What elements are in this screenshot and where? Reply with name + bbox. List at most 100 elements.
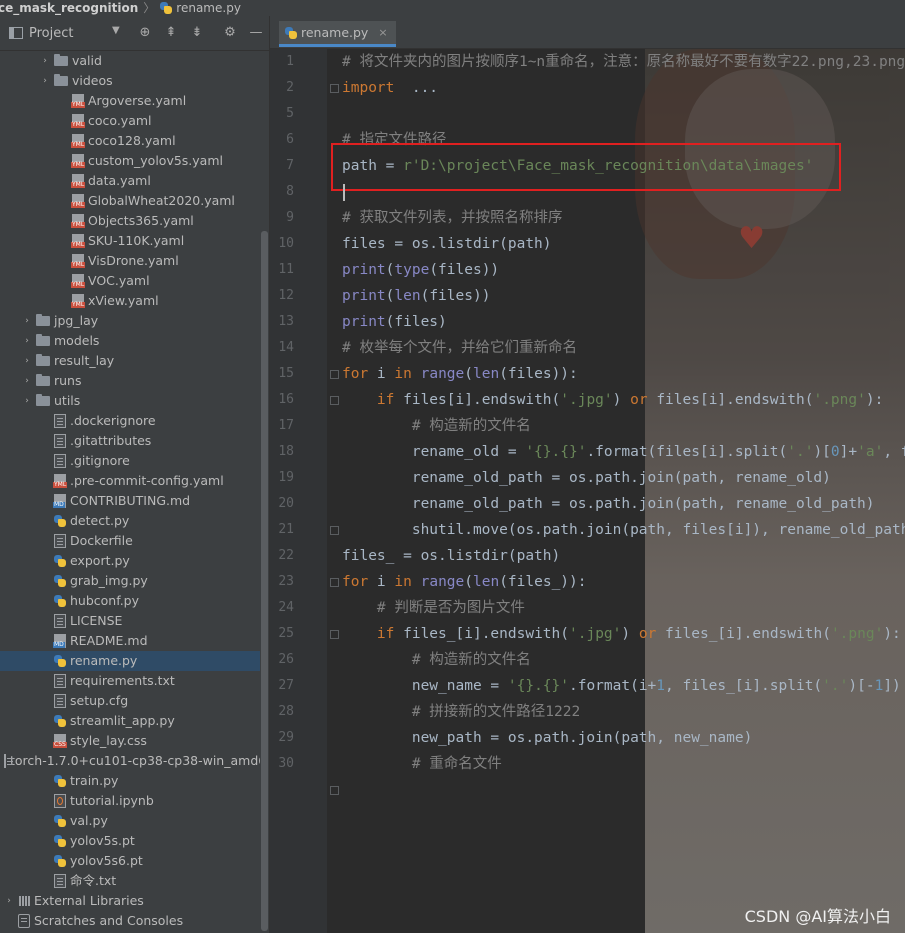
tree-item[interactable]: coco.yaml [0, 111, 269, 131]
target-icon[interactable]: ⊕ [138, 26, 152, 40]
close-icon[interactable]: × [378, 26, 387, 39]
fold-marker-icon[interactable] [330, 370, 339, 379]
tree-item[interactable]: train.py [0, 771, 269, 791]
tree-item[interactable]: style_lay.css [0, 731, 269, 751]
tree-scroll-thumb[interactable] [261, 231, 268, 931]
code-line[interactable]: 21 shutil.move(os.path.join(path, files[… [270, 517, 905, 543]
project-panel-title[interactable]: Project [29, 26, 73, 41]
chevron-right-icon[interactable]: › [22, 371, 32, 391]
code-line[interactable]: 22 files_ = os.listdir(path) [270, 543, 905, 569]
tree-item[interactable]: › runs [0, 371, 269, 391]
code-line[interactable]: 13 print(files) [270, 309, 905, 335]
project-view-dropdown-icon[interactable]: ▼ [112, 25, 120, 36]
fold-marker-icon[interactable] [330, 630, 339, 639]
chevron-right-icon[interactable]: › [22, 391, 32, 411]
tree-item[interactable]: streamlit_app.py [0, 711, 269, 731]
code-line[interactable]: 26 # 构造新的文件名 [270, 647, 905, 673]
tree-item[interactable]: CONTRIBUTING.md [0, 491, 269, 511]
tree-item[interactable]: requirements.txt [0, 671, 269, 691]
chevron-right-icon[interactable]: › [40, 71, 50, 91]
tree-item[interactable]: › result_lay [0, 351, 269, 371]
tree-item[interactable]: coco128.yaml [0, 131, 269, 151]
tree-item[interactable]: Dockerfile [0, 531, 269, 551]
tree-item[interactable]: GlobalWheat2020.yaml [0, 191, 269, 211]
code-line[interactable]: 11 print(type(files)) [270, 257, 905, 283]
code-line[interactable]: 5 [270, 101, 905, 127]
code-line[interactable]: 25 if files_[i].endswith('.jpg') or file… [270, 621, 905, 647]
chevron-right-icon[interactable]: › [22, 331, 32, 351]
code-line[interactable]: 16 if files[i].endswith('.jpg') or files… [270, 387, 905, 413]
code-line[interactable]: 18 rename_old = '{}.{}'.format(files[i].… [270, 439, 905, 465]
tree-item[interactable]: Argoverse.yaml [0, 91, 269, 111]
tree-item[interactable]: Objects365.yaml [0, 211, 269, 231]
tree-item[interactable]: LICENSE [0, 611, 269, 631]
tree-item[interactable]: .gitattributes [0, 431, 269, 451]
code-line[interactable]: 14 # 枚举每个文件，并给它们重新命名 [270, 335, 905, 361]
tree-item[interactable]: yolov5s6.pt [0, 851, 269, 871]
tab-rename-py[interactable]: rename.py × [279, 21, 396, 47]
tree-item[interactable]: data.yaml [0, 171, 269, 191]
gear-icon[interactable]: ⚙ [223, 26, 237, 40]
tree-item[interactable]: torch-1.7.0+cu101-cp38-cp38-win_amd64.wh… [0, 751, 269, 771]
tree-item[interactable]: .pre-commit-config.yaml [0, 471, 269, 491]
tree-item[interactable]: › valid [0, 51, 269, 71]
fold-marker-icon[interactable] [330, 526, 339, 535]
code-line[interactable]: 24 # 判断是否为图片文件 [270, 595, 905, 621]
chevron-right-icon[interactable]: › [22, 351, 32, 371]
code-line[interactable]: 2 import ... [270, 75, 905, 101]
code-line[interactable]: 1 # 将文件夹内的图片按顺序1~n重命名，注意：原名称最好不要有数字22.png… [270, 49, 905, 75]
tree-item[interactable]: 命令.txt [0, 871, 269, 891]
tree-item[interactable]: › External Libraries [0, 891, 269, 911]
code-editor[interactable]: ♥ 1 # 将文件夹内的图片按顺序1~n重命名，注意：原名称最好不要有数字22.p… [270, 49, 905, 933]
tree-item[interactable]: setup.cfg [0, 691, 269, 711]
py-file-icon [54, 834, 66, 848]
code-line[interactable]: 29 new_path = os.path.join(path, new_nam… [270, 725, 905, 751]
tree-item[interactable]: detect.py [0, 511, 269, 531]
tree-item[interactable]: export.py [0, 551, 269, 571]
tree-item[interactable]: custom_yolov5s.yaml [0, 151, 269, 171]
tree-item[interactable]: xView.yaml [0, 291, 269, 311]
tree-scrollbar[interactable] [260, 51, 269, 933]
breadcrumb-project[interactable]: ce_mask_recognition [0, 1, 138, 15]
tree-item[interactable]: .dockerignore [0, 411, 269, 431]
fold-marker-icon[interactable] [330, 786, 339, 795]
fold-marker-icon[interactable] [330, 578, 339, 587]
code-line[interactable]: 17 # 构造新的文件名 [270, 413, 905, 439]
tree-item[interactable]: Scratches and Consoles [0, 911, 269, 931]
tree-item[interactable]: SKU-110K.yaml [0, 231, 269, 251]
chevron-right-icon[interactable]: › [40, 51, 50, 71]
tree-item[interactable]: val.py [0, 811, 269, 831]
tree-item[interactable]: README.md [0, 631, 269, 651]
code-line[interactable]: 15 for i in range(len(files)): [270, 361, 905, 387]
tree-item[interactable]: hubconf.py [0, 591, 269, 611]
code-line[interactable]: 10 files = os.listdir(path) [270, 231, 905, 257]
tree-item[interactable]: VisDrone.yaml [0, 251, 269, 271]
code-line[interactable]: 19 rename_old_path = os.path.join(path, … [270, 465, 905, 491]
expand-icon[interactable]: ⇟ [190, 26, 204, 40]
tree-item[interactable]: rename.py [0, 651, 269, 671]
code-line[interactable]: 20 rename_old_path = os.path.join(path, … [270, 491, 905, 517]
tree-item[interactable]: › utils [0, 391, 269, 411]
tree-item[interactable]: › models [0, 331, 269, 351]
chevron-right-icon[interactable]: › [22, 311, 32, 331]
code-line[interactable]: 30 # 重命名文件 [270, 751, 905, 777]
tree-item[interactable]: VOC.yaml [0, 271, 269, 291]
code-line[interactable]: 23 for i in range(len(files_)): [270, 569, 905, 595]
code-line[interactable]: 28 # 拼接新的文件路径1222 [270, 699, 905, 725]
tree-item[interactable]: grab_img.py [0, 571, 269, 591]
breadcrumb-file[interactable]: rename.py [176, 1, 241, 15]
fold-marker-icon[interactable] [330, 396, 339, 405]
code-text: rename_old = '{}.{}'.format(files[i].spl… [342, 439, 905, 465]
minimize-icon[interactable]: — [249, 26, 263, 40]
fold-marker-icon[interactable] [330, 84, 339, 93]
code-line[interactable]: 12 print(len(files)) [270, 283, 905, 309]
tree-item[interactable]: yolov5s.pt [0, 831, 269, 851]
collapse-icon[interactable]: ⇞ [164, 26, 178, 40]
code-line[interactable]: 27 new_name = '{}.{}'.format(i+1, files_… [270, 673, 905, 699]
tree-item[interactable]: tutorial.ipynb [0, 791, 269, 811]
code-line[interactable]: 9 # 获取文件列表，并按照名称排序 [270, 205, 905, 231]
tree-item[interactable]: .gitignore [0, 451, 269, 471]
tree-item[interactable]: › videos [0, 71, 269, 91]
tree-item[interactable]: › jpg_lay [0, 311, 269, 331]
chevron-right-icon[interactable]: › [4, 891, 14, 911]
